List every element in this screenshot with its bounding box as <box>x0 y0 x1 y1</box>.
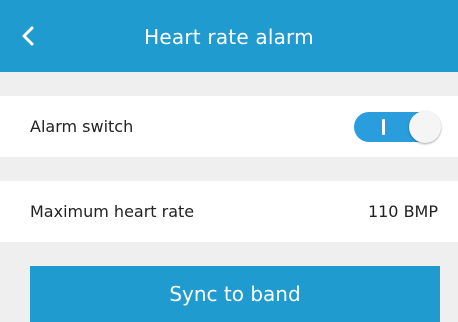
back-button[interactable] <box>18 24 40 48</box>
alarm-switch-row: Alarm switch <box>0 96 458 157</box>
chevron-left-icon <box>22 26 34 46</box>
maximum-heart-rate-row[interactable]: Maximum heart rate 110 BMP <box>0 181 458 242</box>
toggle-knob <box>409 110 441 143</box>
maximum-heart-rate-value: 110 BMP <box>367 202 438 221</box>
toggle-on-icon <box>382 118 385 135</box>
alarm-switch-label: Alarm switch <box>30 117 134 136</box>
maximum-heart-rate-label: Maximum heart rate <box>30 202 195 221</box>
page-title: Heart rate alarm <box>144 24 314 49</box>
alarm-switch-toggle[interactable] <box>354 110 441 143</box>
sync-to-band-button[interactable]: Sync to band <box>30 266 440 322</box>
top-bar: Heart rate alarm <box>0 0 458 72</box>
